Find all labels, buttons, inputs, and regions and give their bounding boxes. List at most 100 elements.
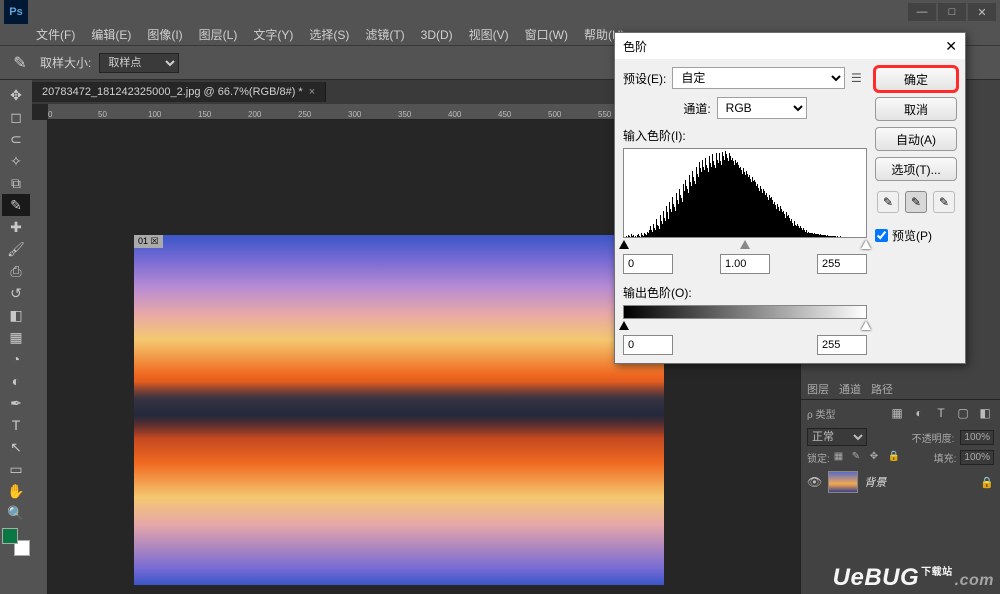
- preset-label: 预设(E):: [623, 70, 666, 87]
- document-tab-title: 20783472_181242325000_2.jpg @ 66.7%(RGB/…: [42, 86, 303, 98]
- history-brush-tool[interactable]: ↺: [2, 282, 30, 304]
- preset-select[interactable]: 自定: [672, 67, 845, 89]
- marquee-tool[interactable]: ◻: [2, 106, 30, 128]
- heal-tool[interactable]: ✚: [2, 216, 30, 238]
- lock-all-icon[interactable]: 🔒: [888, 451, 902, 465]
- levels-dialog: 色阶 ✕ 预设(E): 自定 ☰ 通道: RGB 输入色阶(I):: [614, 32, 966, 364]
- menu-select[interactable]: 选择(S): [303, 24, 355, 45]
- preset-menu-icon[interactable]: ☰: [851, 71, 867, 85]
- brush-tool[interactable]: 🖌: [2, 238, 30, 260]
- tab-channels[interactable]: 通道: [839, 381, 861, 397]
- document-tab[interactable]: 20783472_181242325000_2.jpg @ 66.7%(RGB/…: [32, 82, 326, 102]
- menu-window[interactable]: 窗口(W): [519, 24, 574, 45]
- filter-shape-icon[interactable]: ▢: [954, 404, 972, 422]
- opacity-value[interactable]: 100%: [960, 430, 994, 445]
- output-sliders[interactable]: [623, 321, 867, 333]
- dialog-close-icon[interactable]: ✕: [945, 38, 957, 55]
- pen-tool[interactable]: ✒: [2, 392, 30, 414]
- menu-image[interactable]: 图像(I): [141, 24, 188, 45]
- input-gamma-field[interactable]: [720, 254, 770, 274]
- gamma-slider[interactable]: [740, 240, 750, 249]
- minimize-button[interactable]: —: [908, 3, 936, 21]
- foreground-color-swatch[interactable]: [2, 528, 18, 544]
- input-levels-label: 输入色阶(I):: [623, 127, 867, 144]
- black-point-slider[interactable]: [619, 240, 629, 249]
- output-black-field[interactable]: [623, 335, 673, 355]
- type-tool[interactable]: T: [2, 414, 30, 436]
- preview-checkbox-input[interactable]: [875, 229, 888, 242]
- eraser-tool[interactable]: ◧: [2, 304, 30, 326]
- move-tool[interactable]: ✥: [2, 84, 30, 106]
- layer-thumbnail[interactable]: [828, 471, 858, 493]
- sample-size-select[interactable]: 取样点: [99, 53, 179, 73]
- input-white-field[interactable]: [817, 254, 867, 274]
- tab-layers[interactable]: 图层: [807, 381, 829, 397]
- slice-badge: 01 ☒: [134, 235, 163, 248]
- filter-pixel-icon[interactable]: ▦: [888, 404, 906, 422]
- gradient-tool[interactable]: ▦: [2, 326, 30, 348]
- menu-filter[interactable]: 滤镜(T): [359, 24, 410, 45]
- cancel-button[interactable]: 取消: [875, 97, 957, 121]
- filter-type-icon[interactable]: T: [932, 404, 950, 422]
- menu-view[interactable]: 视图(V): [463, 24, 515, 45]
- menu-file[interactable]: 文件(F): [30, 24, 81, 45]
- ruler-vertical: [32, 120, 48, 594]
- menu-3d[interactable]: 3D(D): [415, 26, 459, 44]
- gray-eyedropper-icon[interactable]: ✎: [905, 191, 927, 213]
- fill-label: 填充:: [934, 450, 957, 465]
- menu-type[interactable]: 文字(Y): [247, 24, 299, 45]
- color-swatches[interactable]: [2, 528, 30, 556]
- input-black-field[interactable]: [623, 254, 673, 274]
- maximize-button[interactable]: □: [938, 3, 966, 21]
- blur-tool[interactable]: ◔: [2, 348, 30, 370]
- layer-row[interactable]: 👁 背景 🔒: [801, 467, 1000, 497]
- shape-tool[interactable]: ▭: [2, 458, 30, 480]
- ps-logo: Ps: [4, 0, 28, 24]
- preview-checkbox[interactable]: 预览(P): [875, 227, 957, 244]
- output-levels-label: 输出色阶(O):: [623, 284, 867, 301]
- lasso-tool[interactable]: ⊂: [2, 128, 30, 150]
- lock-paint-icon[interactable]: ✎: [852, 451, 866, 465]
- crop-tool[interactable]: ⧉: [2, 172, 30, 194]
- menu-edit[interactable]: 编辑(E): [85, 24, 137, 45]
- layer-lock-icon: 🔒: [980, 476, 994, 489]
- output-white-slider[interactable]: [861, 321, 871, 330]
- close-window-button[interactable]: ✕: [968, 3, 996, 21]
- zoom-tool[interactable]: 🔍: [2, 502, 30, 524]
- lock-trans-icon[interactable]: ▦: [834, 451, 848, 465]
- opacity-label: 不透明度:: [912, 430, 955, 445]
- hand-tool[interactable]: ✋: [2, 480, 30, 502]
- filter-smart-icon[interactable]: ◧: [976, 404, 994, 422]
- path-tool[interactable]: ↖: [2, 436, 30, 458]
- options-button[interactable]: 选项(T)...: [875, 157, 957, 181]
- white-point-slider[interactable]: [861, 240, 871, 249]
- filter-type-label[interactable]: ρ 类型: [807, 406, 835, 421]
- channel-select[interactable]: RGB: [717, 97, 807, 119]
- black-eyedropper-icon[interactable]: ✎: [877, 191, 899, 213]
- watermark: UeBUG下载站.com: [833, 564, 994, 592]
- blend-mode-select[interactable]: 正常: [807, 428, 867, 446]
- auto-button[interactable]: 自动(A): [875, 127, 957, 151]
- close-tab-icon[interactable]: ×: [309, 86, 315, 98]
- layer-name[interactable]: 背景: [864, 474, 886, 490]
- histogram: [623, 148, 867, 238]
- output-white-field[interactable]: [817, 335, 867, 355]
- tab-paths[interactable]: 路径: [871, 381, 893, 397]
- dodge-tool[interactable]: ◐: [2, 370, 30, 392]
- eyedropper-icon[interactable]: ✎: [8, 51, 32, 75]
- eyedropper-tool[interactable]: ✎: [2, 194, 30, 216]
- output-black-slider[interactable]: [619, 321, 629, 330]
- ok-button[interactable]: 确定: [875, 67, 957, 91]
- toolbox: ✥ ◻ ⊂ ✧ ⧉ ✎ ✚ 🖌 ⎙ ↺ ◧ ▦ ◔ ◐ ✒ T ↖ ▭ ✋ 🔍: [0, 80, 32, 594]
- menu-layer[interactable]: 图层(L): [193, 24, 244, 45]
- filter-adjust-icon[interactable]: ◐: [910, 404, 928, 422]
- stamp-tool[interactable]: ⎙: [2, 260, 30, 282]
- visibility-icon[interactable]: 👁: [807, 475, 822, 489]
- document-image[interactable]: [134, 235, 664, 585]
- dialog-title: 色阶: [623, 38, 647, 55]
- lock-pos-icon[interactable]: ✥: [870, 451, 884, 465]
- wand-tool[interactable]: ✧: [2, 150, 30, 172]
- input-sliders[interactable]: [623, 240, 867, 252]
- white-eyedropper-icon[interactable]: ✎: [933, 191, 955, 213]
- fill-value[interactable]: 100%: [960, 450, 994, 465]
